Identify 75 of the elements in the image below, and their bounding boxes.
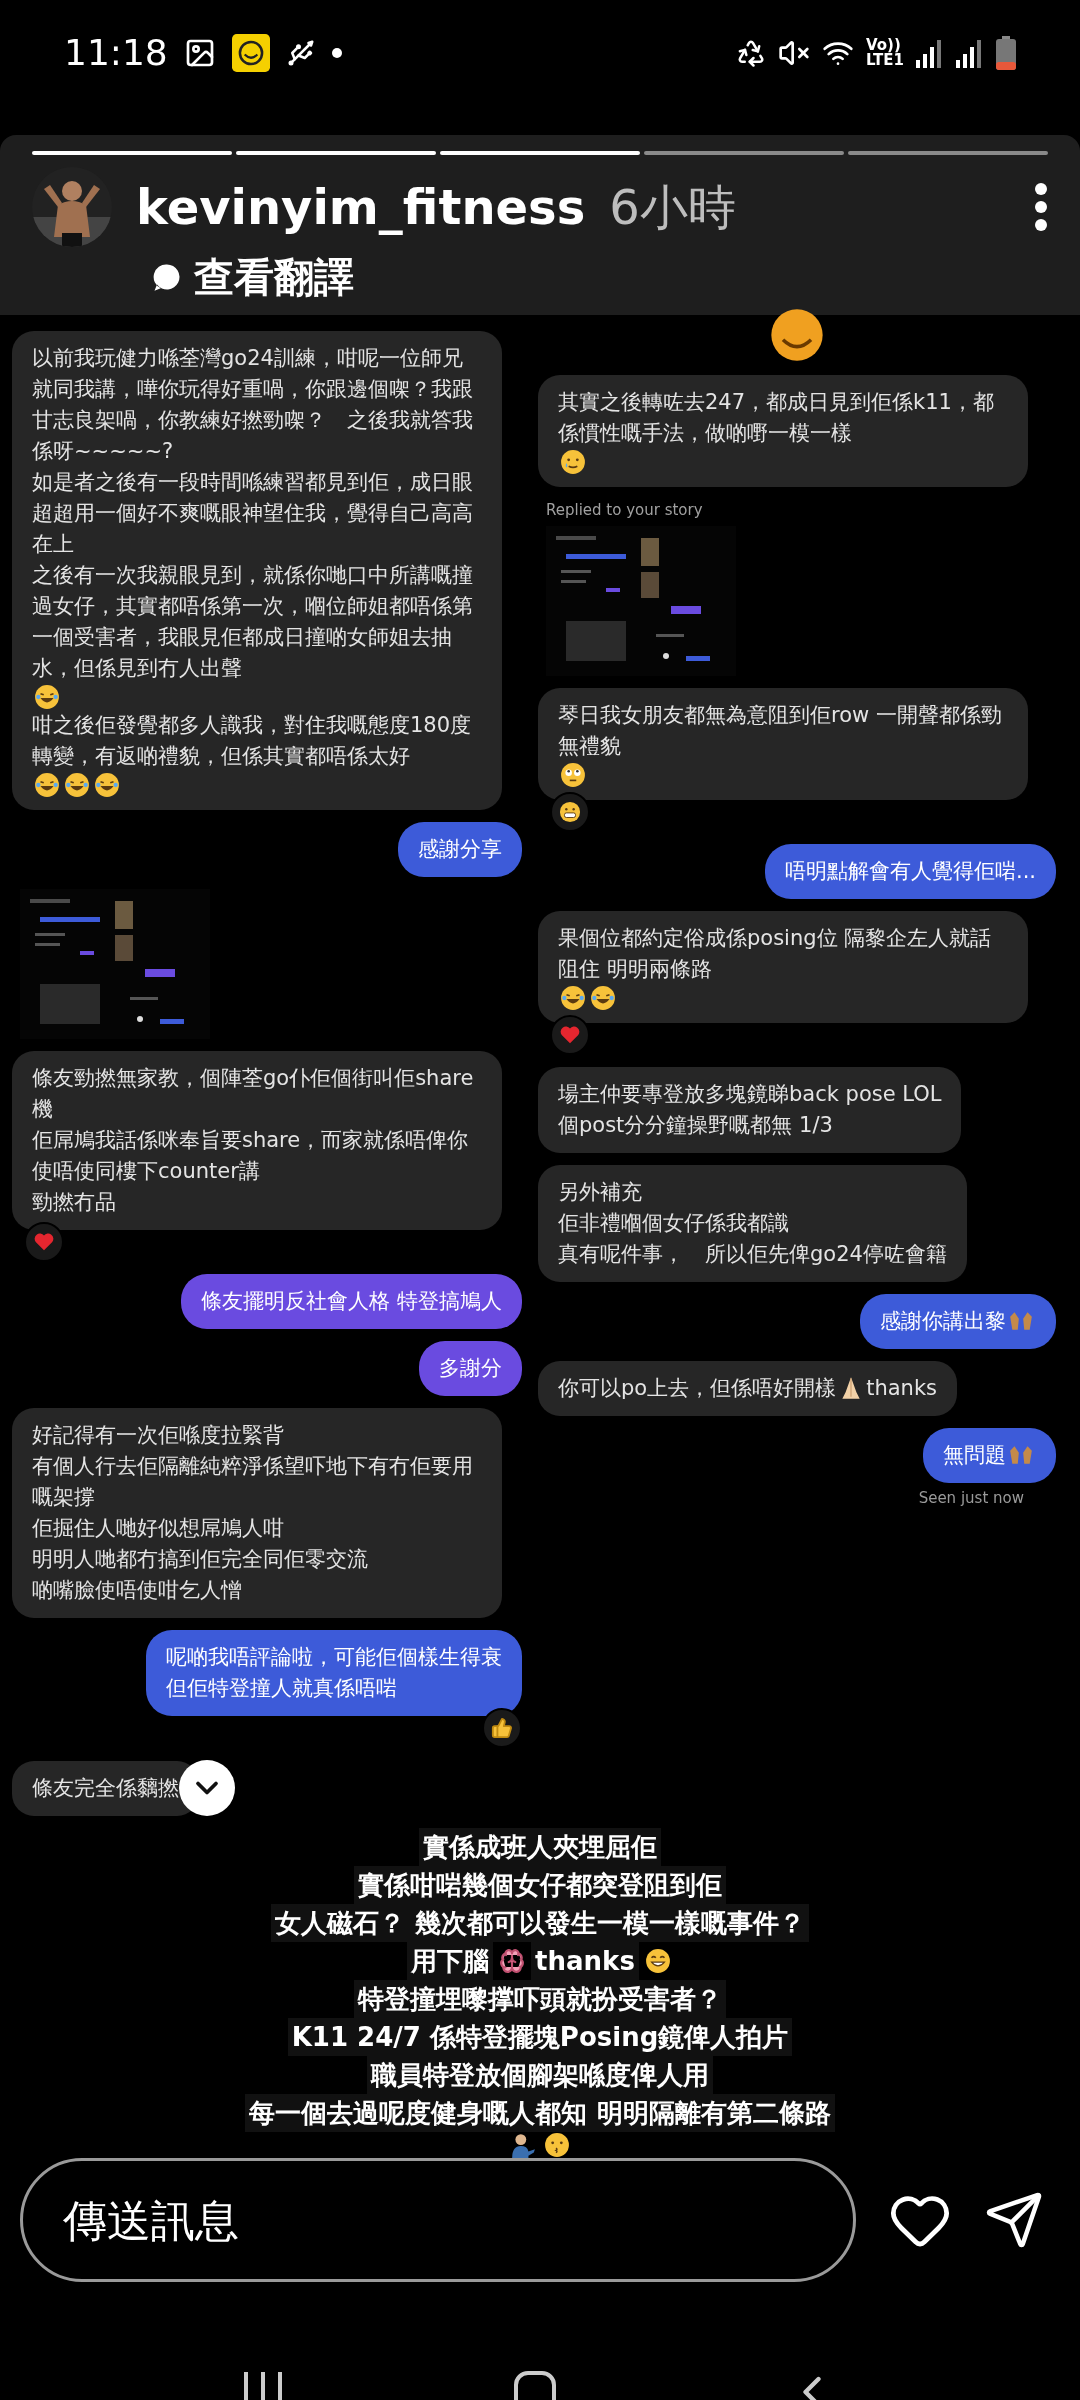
message-text: 你可以po上去，但係唔好開樣 — [558, 1374, 837, 1402]
network-label: LTE1 — [866, 52, 904, 68]
more-options-icon[interactable] — [1034, 182, 1048, 232]
network-label: Vo)) — [866, 37, 901, 53]
laughing-face-icon — [34, 772, 60, 798]
message-text: 條友完全係黐撚 — [32, 1774, 179, 1802]
person-icon — [510, 2132, 536, 2158]
post-time: 6小時 — [609, 178, 736, 237]
caption-text: 特登撞埋嚟撑吓頭就扮受害者？ — [354, 1980, 726, 2018]
heart-icon — [33, 1231, 55, 1253]
dot-icon — [331, 47, 342, 58]
message-text: 之後有一次我親眼見到，就係你哋口中所講嘅撞過女仔，其實都唔係第一次，嗰位師姐都唔係第一個受害者，我眼見佢都成日撞啲女師姐去抽水，但係見到冇人出聲 — [32, 562, 474, 682]
message-text: 場主仲要專登放多塊鏡睇back pose LOL — [558, 1080, 942, 1108]
seen-status: Seen just now — [918, 1487, 1024, 1509]
caption-text: K11 24/7 係特登擺塊Posing鏡俾人拍片 — [287, 2018, 793, 2056]
laughing-face-icon — [34, 684, 60, 710]
caption-text: 職員特登放個腳架喺度俾人用 — [367, 2056, 713, 2094]
message-text: 另外補充 — [558, 1178, 642, 1206]
reply-label: Replied to your story — [546, 500, 703, 521]
laughing-face-icon — [560, 984, 586, 1011]
message-text: 多謝分 — [439, 1355, 502, 1382]
laughing-face-icon — [94, 772, 120, 798]
message-field[interactable]: 傳送訊息 — [20, 2158, 856, 2282]
caption-text: thanks — [531, 1942, 639, 1980]
caption-text: 用下腦 — [407, 1942, 494, 1980]
message-text: 佢掘住人哋好似想屌鳩人咁 — [32, 1515, 284, 1542]
message-text: 感謝分享 — [418, 836, 502, 863]
caption-text: 實係成班人夾埋屈佢 — [419, 1828, 661, 1866]
message-text: 條友勁撚無家教，個陣荃go仆佢個街叫佢share機 — [32, 1065, 475, 1123]
teary-face-icon — [560, 449, 586, 475]
message-text: 條友擺明反社會人格 特登搞鳩人 — [201, 1288, 502, 1315]
message-text: 唔明點解會有人覺得佢啱... — [784, 857, 1036, 885]
message-text: 真有呢件事， 所以佢先俾go24停咗會籍 — [558, 1240, 947, 1268]
message-text: 感謝你講出黎 — [880, 1307, 1006, 1335]
battery-icon — [996, 35, 1016, 70]
translate-button[interactable]: 查看翻譯 — [152, 247, 354, 307]
laughing-face-icon — [64, 772, 90, 798]
message-text: 佢屌鳩我話係咪奉旨要share，而家就係唔俾你使唔使同樓下counter講 — [32, 1127, 470, 1185]
message-text: 果個位都約定俗成係posing位 隔黎企左人就話阻住 明明兩條路 — [558, 924, 993, 983]
caption-text: 每一個去過呢度健身嘅人都知 明明隔離有第二條路 — [245, 2094, 835, 2132]
thumbs-up-icon — [491, 1717, 513, 1739]
brain-icon — [499, 1948, 526, 1974]
grinning-face-icon — [644, 1948, 671, 1974]
message-text: 有個人行去佢隔離純粹淨係望吓地下有冇佢要用嘅架撐 — [32, 1453, 474, 1511]
message-text: 琴日我女朋友都無為意阻到佢row 一開聲都係勁無禮貌 — [558, 701, 1003, 760]
grimacing-face-icon — [559, 800, 581, 823]
message-text: thanks — [866, 1374, 937, 1402]
message-text: 勁撚冇品 — [32, 1189, 116, 1216]
message-text: 呢啲我唔評論啦，可能佢個樣生得衰 — [166, 1644, 502, 1671]
app-icon — [231, 33, 270, 72]
scroll-down-button[interactable] — [179, 1760, 235, 1816]
message-text: 個post分分鐘操野嘅都無 1/3 — [558, 1111, 833, 1139]
message-text: 以前我玩健力喺荃灣go24訓練，咁呢一位師兄就同我講，嘩你玩得好重喎，你跟邊個㗎？我跟甘志良架喎，你教練好撚勁㗎？ 之後我就答我係呀~~~~~? — [32, 345, 474, 465]
message-text: 好記得有一次佢喺度拉緊背 — [32, 1422, 284, 1449]
message-text: 啲嘴臉使唔使咁乞人憎 — [32, 1577, 242, 1604]
eye-roll-face-icon — [560, 761, 586, 788]
send-icon[interactable] — [984, 2190, 1044, 2250]
message-text: 無問題 — [943, 1441, 1006, 1469]
message-text: 其實之後轉咗去247，都成日見到佢係k11，都係慣性嘅手法，做啲嘢一模一樣 — [558, 389, 995, 447]
signal-icon — [956, 37, 984, 68]
kissing-face-icon — [544, 2132, 570, 2158]
chat-bubble-icon — [152, 262, 182, 292]
message-text: 佢非禮嗰個女仔係我都識 — [558, 1209, 789, 1237]
username[interactable]: kevinyim_fitness — [136, 171, 586, 243]
message-text: 如是者之後有一段時間喺練習都見到佢，成日眼超超用一個好不爽嘅眼神望住我，覺得自己高高在上 — [32, 469, 474, 558]
message-text: 咁之後佢發覺都多人識我，對住我嘅態度180度轉變，有返啲禮貌，但係其實都唔係太好 — [32, 712, 473, 770]
laughing-face-icon — [590, 984, 616, 1011]
message-text: 明明人哋都冇搞到佢完全同佢零交流 — [32, 1546, 368, 1573]
caption-text: 女人磁石？ 幾次都可以發生一模一樣嘅事件？ — [271, 1904, 809, 1942]
caption-text: 實係咁啱幾個女仔都突登阻到佢 — [354, 1866, 726, 1904]
message-text: 但佢特登撞人就真係唔啱 — [166, 1675, 397, 1702]
smiling-face-icon — [769, 307, 825, 363]
clock: 11:18 — [64, 30, 168, 75]
recent-apps-icon[interactable] — [242, 2372, 285, 2400]
signal-icon — [916, 37, 944, 68]
